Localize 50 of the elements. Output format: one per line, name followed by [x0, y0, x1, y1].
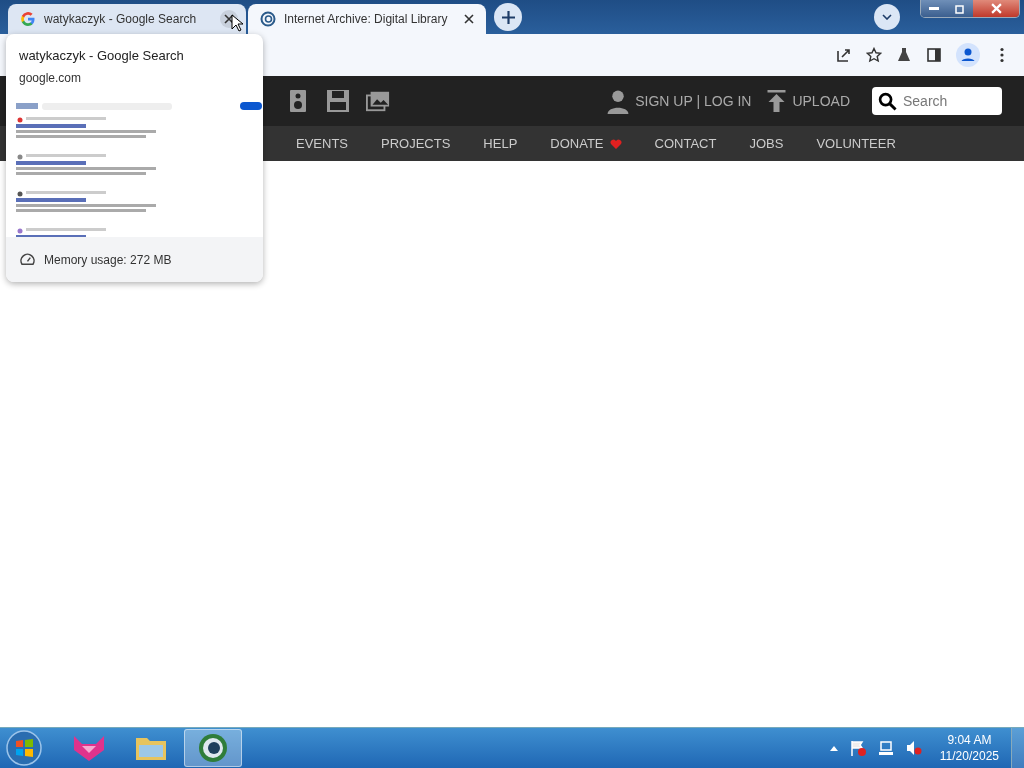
tab-title: Internet Archive: Digital Library — [284, 12, 449, 26]
archive-logo-icon — [260, 11, 276, 27]
card-title: watykaczyk - Google Search — [18, 47, 185, 63]
browser-tab[interactable]: watykaczyk - Google Search — [8, 4, 246, 34]
nav-link[interactable]: VOLUNTEER — [816, 136, 896, 151]
plus-icon — [501, 10, 515, 24]
nav-link[interactable]: PROJECTS — [381, 136, 451, 151]
browser-tab[interactable]: Internet Archive: Digital Library — [248, 4, 486, 34]
upload-icon — [767, 90, 787, 112]
close-button[interactable] — [973, 0, 1019, 17]
nav-link[interactable]: JOBS — [749, 136, 784, 151]
close-icon — [990, 3, 1002, 14]
new-tab-button[interactable] — [494, 3, 522, 31]
network-icon[interactable] — [877, 740, 894, 756]
memory-usage-text: Memory usage: 272 MB — [44, 252, 172, 267]
chevron-down-icon — [882, 14, 892, 20]
google-icon — [20, 11, 36, 27]
profile-avatar-icon[interactable] — [956, 43, 980, 67]
flag-error-icon[interactable] — [849, 740, 866, 756]
minimize-button[interactable] — [921, 0, 947, 17]
search-field[interactable]: Search — [872, 87, 1002, 115]
time-text: 9:04 AM — [947, 732, 992, 748]
taskbar-app[interactable] — [184, 729, 242, 767]
restore-button[interactable] — [947, 0, 973, 17]
speaker-muted-icon[interactable] — [905, 740, 922, 756]
start-button[interactable] — [6, 730, 42, 766]
side-panel-icon[interactable] — [926, 47, 942, 63]
sign-up-login-link[interactable]: SIGN UP | LOG IN — [607, 88, 752, 114]
nav-link[interactable]: EVENTS — [296, 136, 348, 151]
minimize-icon — [929, 6, 939, 11]
card-domain: google.com — [18, 70, 83, 85]
globe-icon — [198, 733, 228, 763]
nav-link[interactable]: CONTACT — [654, 136, 717, 151]
images-icon[interactable] — [366, 89, 390, 113]
bookmark-star-icon[interactable] — [866, 47, 882, 63]
tab-title: watykaczyk - Google Search — [44, 12, 198, 26]
upload-link[interactable]: UPLOAD — [767, 90, 850, 112]
date-text: 11/20/2025 — [939, 748, 999, 764]
tab-search-button[interactable] — [874, 4, 900, 30]
share-icon[interactable] — [836, 47, 852, 63]
mouse-cursor-icon — [231, 14, 243, 32]
flask-icon[interactable] — [896, 47, 912, 63]
show-hidden-icons-icon[interactable] — [829, 745, 838, 751]
gauge-icon — [20, 253, 35, 266]
nav-link[interactable]: DONATE — [550, 136, 622, 151]
clock[interactable]: 9:04 AM 11/20/2025 — [939, 732, 999, 764]
person-icon — [607, 88, 630, 114]
restore-icon — [955, 3, 965, 14]
fox-head-icon — [72, 734, 106, 762]
nav-link[interactable]: HELP — [483, 136, 518, 151]
